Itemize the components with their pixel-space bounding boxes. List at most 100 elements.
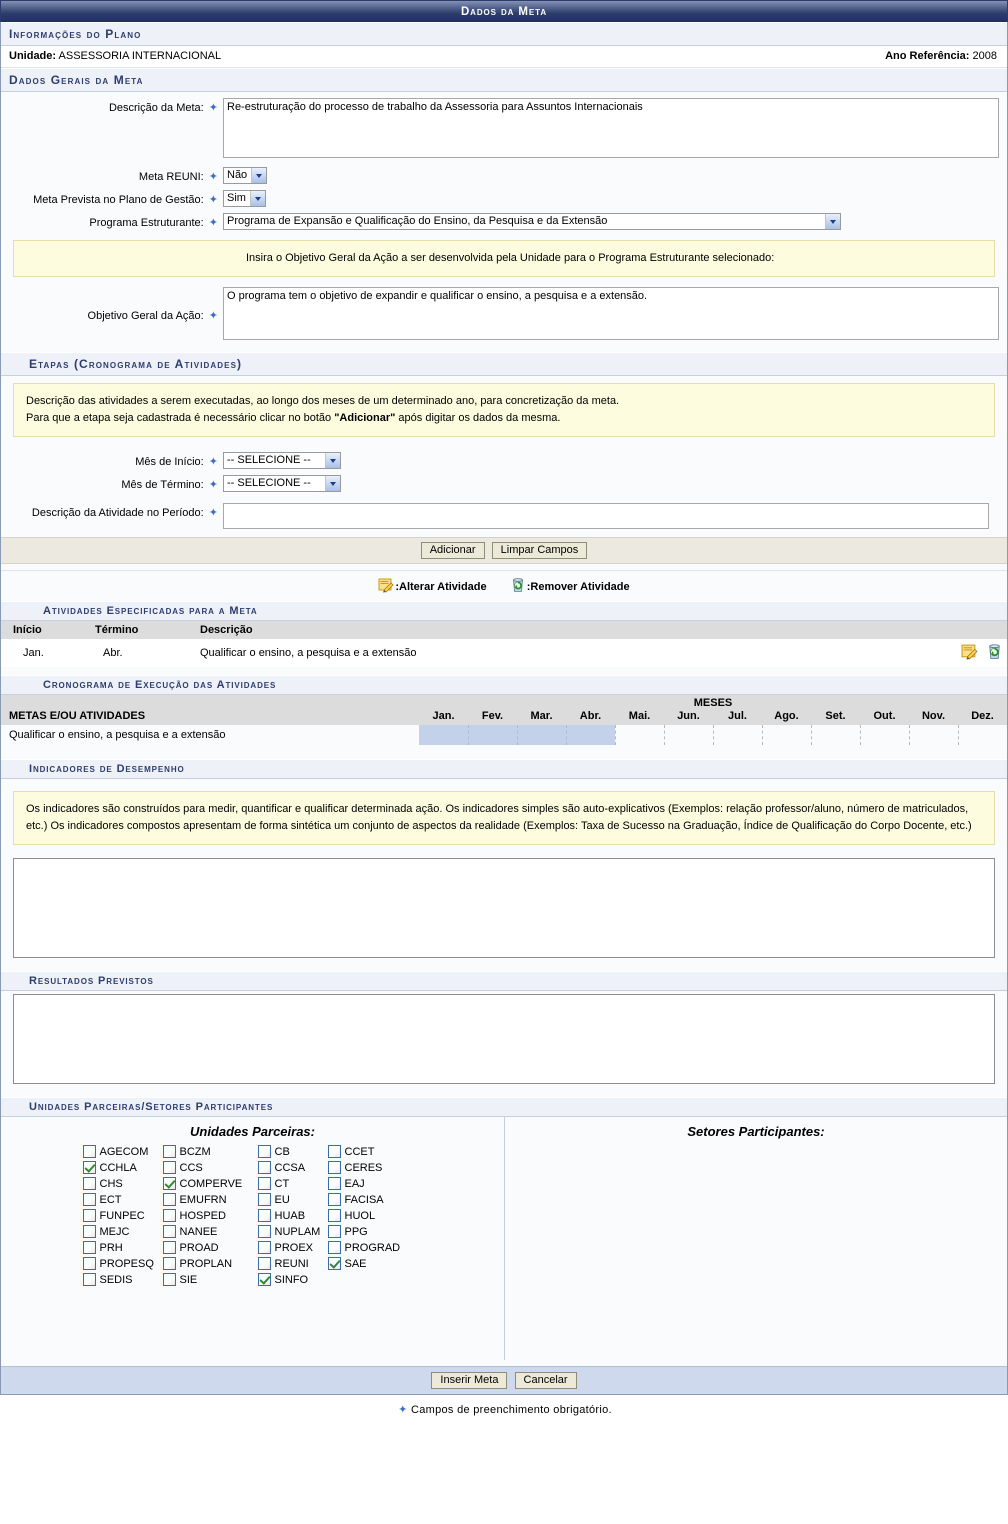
checkbox-icon[interactable] (257, 1193, 271, 1207)
unidade-parceira-sinfo[interactable]: SINFO (257, 1273, 328, 1287)
checkbox-icon[interactable] (82, 1241, 96, 1255)
unidade-parceira-ppg[interactable]: PPG (327, 1225, 423, 1239)
unidade-parceira-nanee[interactable]: NANEE (162, 1225, 258, 1239)
unidade-parceira-ccsa[interactable]: CCSA (257, 1161, 328, 1175)
unidade-parceira-prograd[interactable]: PROGRAD (327, 1241, 423, 1255)
unidade-parceira-cchla[interactable]: CCHLA (82, 1161, 163, 1175)
checkbox-icon[interactable] (162, 1209, 176, 1223)
checkbox-icon[interactable] (82, 1145, 96, 1159)
checkbox-icon[interactable] (162, 1241, 176, 1255)
unidade-parceira-eu[interactable]: EU (257, 1193, 328, 1207)
unidade-parceira-ceres[interactable]: CERES (327, 1161, 423, 1175)
unidade-parceira-ct[interactable]: CT (257, 1177, 328, 1191)
unidade-parceira-ect[interactable]: ECT (82, 1193, 163, 1207)
checkbox-icon[interactable] (162, 1273, 176, 1287)
checkbox-icon[interactable] (162, 1257, 176, 1271)
checkbox-icon[interactable] (327, 1209, 341, 1223)
unidade-parceira-proex[interactable]: PROEX (257, 1241, 328, 1255)
unidade-parceira-reuni[interactable]: REUNI (257, 1257, 328, 1271)
checkbox-checked-icon[interactable] (82, 1161, 96, 1175)
mes-inicio-label: Mês de Início: (135, 456, 204, 469)
checkbox-icon[interactable] (82, 1209, 96, 1223)
limpar-campos-button[interactable]: Limpar Campos (491, 542, 588, 560)
objetivo-geral-input[interactable]: O programa tem o objetivo de expandir e … (223, 287, 999, 341)
checkbox-icon[interactable] (327, 1177, 341, 1191)
unidade-parceira-huab[interactable]: HUAB (257, 1209, 328, 1223)
unidade-parceira-mejc[interactable]: MEJC (82, 1225, 163, 1239)
checkbox-icon[interactable] (257, 1177, 271, 1191)
unidade-parceira-chs[interactable]: CHS (82, 1177, 163, 1191)
checkbox-icon[interactable] (257, 1209, 271, 1223)
checkbox-icon[interactable] (162, 1225, 176, 1239)
section-resultados-previstos: Resultados Previstos (1, 971, 1007, 992)
checkbox-icon[interactable] (327, 1225, 341, 1239)
unidade-parceira-facisa[interactable]: FACISA (327, 1193, 423, 1207)
month-header-mar: Mar. (517, 709, 566, 726)
checkbox-icon[interactable] (327, 1193, 341, 1207)
unidade-parceira-eaj[interactable]: EAJ (327, 1177, 423, 1191)
cancelar-button[interactable]: Cancelar (514, 1372, 577, 1390)
checkbox-icon[interactable] (82, 1193, 96, 1207)
checkbox-icon[interactable] (82, 1177, 96, 1191)
checkbox-icon[interactable] (257, 1225, 271, 1239)
unidade-parceira-ccs[interactable]: CCS (162, 1161, 258, 1175)
unidade-parceira-ccet[interactable]: CCET (327, 1145, 423, 1159)
checkbox-icon[interactable] (257, 1257, 271, 1271)
checkbox-icon[interactable] (257, 1145, 271, 1159)
resultados-previstos-input[interactable] (13, 994, 995, 1085)
unidade-parceira-nuplam[interactable]: NUPLAM (257, 1225, 328, 1239)
unidade-parceira-comperve[interactable]: COMPERVE (162, 1177, 258, 1191)
checkbox-icon[interactable] (162, 1145, 176, 1159)
adicionar-button[interactable]: Adicionar (420, 542, 485, 560)
unidade-parceira-sedis[interactable]: SEDIS (82, 1273, 163, 1287)
unidade-parceira-sae[interactable]: SAE (327, 1257, 423, 1271)
unidade-parceira-bczm[interactable]: BCZM (162, 1145, 258, 1159)
unidade-parceira-proad[interactable]: PROAD (162, 1241, 258, 1255)
checkbox-icon[interactable] (327, 1241, 341, 1255)
inserir-meta-button[interactable]: Inserir Meta (431, 1372, 508, 1390)
desc-atividade-input[interactable] (223, 503, 989, 530)
meta-prevista-value: Sim (227, 192, 246, 204)
unidade-parceira-huol[interactable]: HUOL (327, 1209, 423, 1223)
recycle-bin-icon[interactable] (986, 643, 1003, 663)
checkbox-icon[interactable] (82, 1257, 96, 1271)
checkbox-icon[interactable] (257, 1241, 271, 1255)
unidade-parceira-funpec[interactable]: FUNPEC (82, 1209, 163, 1223)
unidade-parceira-label: HUOL (344, 1209, 376, 1222)
programa-estruturante-select[interactable]: Programa de Expansão e Qualificação do E… (223, 213, 841, 230)
edit-note-icon[interactable] (961, 643, 978, 663)
unidade-parceira-agecom[interactable]: AGECOM (82, 1145, 163, 1159)
checkbox-icon[interactable] (82, 1225, 96, 1239)
checkbox-icon[interactable] (327, 1145, 341, 1159)
legend-remover-text: :Remover Atividade (526, 580, 630, 593)
checkbox-icon[interactable] (162, 1161, 176, 1175)
unidade-parceira-sie[interactable]: SIE (162, 1273, 258, 1287)
programa-control: Programa de Expansão e Qualificação do E… (223, 213, 999, 230)
checkbox-icon[interactable] (327, 1161, 341, 1175)
checkbox-icon[interactable] (82, 1273, 96, 1287)
meta-reuni-select[interactable]: Não (223, 167, 268, 184)
checkbox-checked-icon[interactable] (162, 1177, 176, 1191)
cronograma-cell-dez (958, 725, 1007, 746)
unidade-parceira-propesq[interactable]: PROPESQ (82, 1257, 163, 1271)
descricao-meta-input[interactable]: Re-estruturação do processo de trabalho … (223, 98, 999, 158)
unidade-parceira-hosped[interactable]: HOSPED (162, 1209, 258, 1223)
unidade-parceira-cb[interactable]: CB (257, 1145, 328, 1159)
unidade-parceira-proplan[interactable]: PROPLAN (162, 1257, 258, 1271)
checkbox-checked-icon[interactable] (257, 1273, 271, 1287)
mes-termino-select[interactable]: -- SELECIONE -- (223, 475, 341, 493)
checkbox-icon[interactable] (257, 1161, 271, 1175)
unidade-parceira-label: CCSA (274, 1161, 306, 1174)
unidade-parceira-label: NUPLAM (274, 1225, 321, 1238)
checkbox-checked-icon[interactable] (327, 1257, 341, 1271)
meta-prevista-select[interactable]: Sim (223, 190, 266, 207)
unidade-parceira-prh[interactable]: PRH (82, 1241, 163, 1255)
unidade-parceira-label: SIE (179, 1273, 198, 1286)
unidade-field: Unidade: ASSESSORIA INTERNACIONAL (9, 50, 221, 62)
indicadores-input[interactable] (13, 858, 995, 959)
cronograma-header-row-meses: METAS E/OU ATIVIDADES MESES (1, 695, 1007, 726)
unidade-parceira-label: FACISA (344, 1193, 384, 1206)
unidade-parceira-emufrn[interactable]: EMUFRN (162, 1193, 258, 1207)
mes-inicio-select[interactable]: -- SELECIONE -- (223, 452, 341, 470)
checkbox-icon[interactable] (162, 1193, 176, 1207)
